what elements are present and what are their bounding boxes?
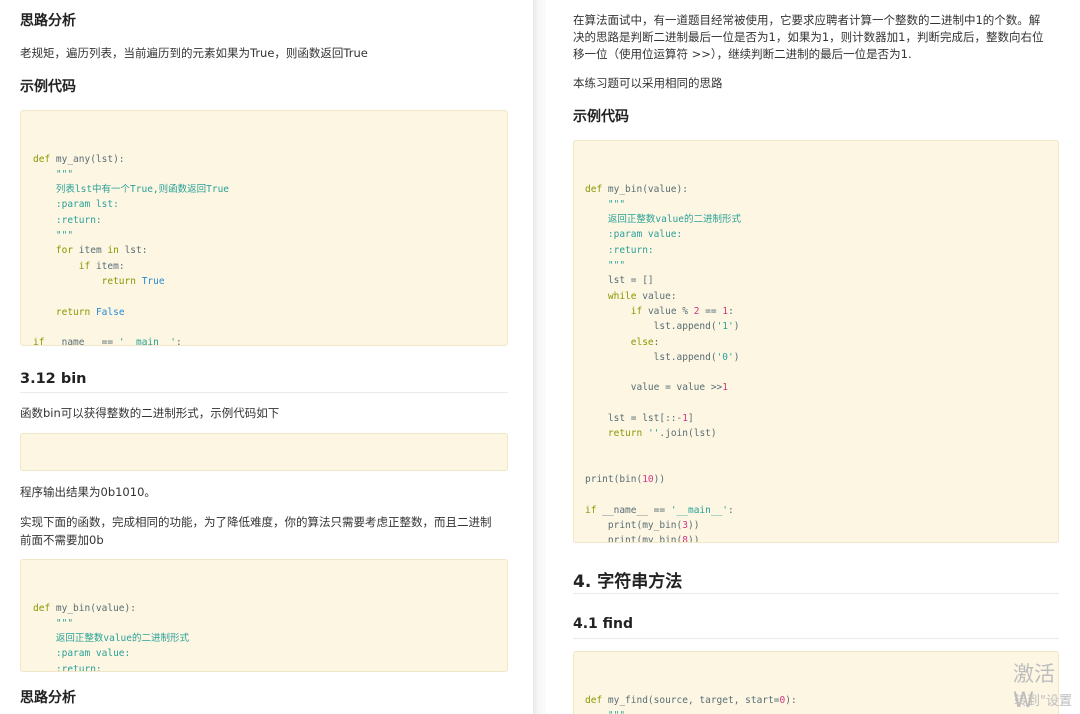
code-line: 返回正整数value的二进制形式: [33, 633, 189, 645]
heading-find: 4.1 find: [573, 616, 634, 632]
code-line: return ''.join(lst): [607, 428, 717, 440]
code-line: :param lst:: [33, 199, 119, 211]
code-line: :return:: [585, 244, 654, 256]
code-block-print: print(bin(10)): [20, 433, 508, 471]
code-line: lst.append('0'): [585, 351, 740, 363]
code-line: if __name__ == '__main__':: [585, 504, 734, 516]
paragraph-task-line-1: 实现下面的函数，完成相同的功能，为了降低难度，你的算法只需要考虑正整数，而且二进…: [20, 515, 492, 529]
code-line: """: [585, 260, 626, 272]
paragraph-interview-line-1: 在算法面试中，有一道题目经常被使用，它要求应聘者计算一个整数的二进制中1的个数。…: [573, 13, 1041, 27]
code-line: value = value >>1: [585, 382, 729, 394]
code-line: if item:: [78, 260, 125, 272]
code-line: def my_bin(value):: [585, 183, 688, 195]
code-line: lst.append('1'): [585, 321, 740, 333]
heading-string-methods: 4. 字符串方法: [573, 572, 683, 592]
code-line: 返回正整数value的二进制形式: [585, 214, 741, 226]
left-page: 思路分析 老规矩，遍历列表，当前遍历到的元素如果为True，则函数返回True …: [0, 0, 530, 714]
heading-analysis-2: 思路分析: [20, 690, 76, 706]
heading-divider: [20, 392, 508, 393]
heading-divider: [573, 593, 1059, 594]
code-line: """: [585, 708, 1047, 714]
code-line: for item in lst:: [55, 245, 148, 257]
code-line: if __name__ == '__main__':: [33, 337, 182, 346]
code-line: return True: [101, 275, 165, 287]
code-block-my-any: def my_any(lst): """ 列表lst中有一个True,则函数返回…: [20, 110, 508, 346]
paragraph-interview-line-2: 决的思路是判断二进制最后一位是否为1，如果为1，则计数器加1，判断完成后，整数向…: [573, 30, 1044, 44]
code-line: def my_any(lst):: [33, 153, 125, 165]
paragraph-output: 程序输出结果为0b1010。: [20, 485, 156, 499]
paragraph-bin-intro: 函数bin可以获得整数的二进制形式，示例代码如下: [20, 406, 280, 420]
activation-watermark-line-2: 转到"设置: [1014, 694, 1072, 709]
code-line: :param value:: [33, 648, 131, 660]
code-line: :return:: [33, 663, 102, 672]
code-line: lst = lst[::-1]: [585, 413, 694, 425]
code-block-my-bin-partial: def my_bin(value): """ 返回正整数value的二进制形式 …: [20, 559, 508, 672]
paragraph-analysis: 老规矩，遍历列表，当前遍历到的元素如果为True，则函数返回True: [20, 46, 368, 60]
code-line: """: [33, 168, 74, 180]
code-line: """: [33, 617, 74, 629]
code-line: 列表lst中有一个True,则函数返回True: [33, 184, 230, 196]
code-line: """: [585, 198, 626, 210]
code-lines: def my_any(lst): """ 列表lst中有一个True,则函数返回…: [33, 152, 495, 346]
paragraph-same-approach: 本练习题可以采用相同的思路: [573, 76, 723, 90]
code-line: def my_find(source, target, start=0):: [585, 694, 797, 706]
code-line: def my_bin(value):: [33, 602, 136, 614]
code-line: print(my_bin(3)): [585, 520, 700, 532]
code-line: """: [33, 230, 74, 242]
paragraph-task-line-2: 前面不需要加0b: [20, 533, 104, 547]
paragraph-interview-line-3: 移一位（使用位运算符 >>），继续判断二进制的最后一位是否为1.: [573, 47, 912, 61]
code-block-my-bin: def my_bin(value): """ 返回正整数value的二进制形式 …: [573, 140, 1059, 543]
right-page: 在算法面试中，有一道题目经常被使用，它要求应聘者计算一个整数的二进制中1的个数。…: [546, 0, 1080, 714]
code-line: else:: [630, 336, 660, 348]
heading-bin: 3.12 bin: [20, 371, 87, 387]
code-line: :param value:: [585, 229, 683, 241]
code-block-my-find: def my_find(source, target, start=0): ""…: [573, 651, 1059, 714]
code-lines: def my_bin(value): """ 返回正整数value的二进制形式 …: [585, 182, 1047, 543]
code-line: print(bin(10)): [585, 474, 666, 486]
heading-example-code: 示例代码: [573, 109, 629, 125]
heading-analysis: 思路分析: [20, 13, 76, 29]
heading-example-code: 示例代码: [20, 79, 76, 95]
code-lines: def my_bin(value): """ 返回正整数value的二进制形式 …: [33, 601, 495, 672]
code-line: lst = []: [585, 275, 654, 287]
code-line: if value % 2 == 1:: [630, 305, 734, 317]
code-lines: def my_find(source, target, start=0): ""…: [585, 693, 1047, 714]
code-line: print(my_bin(8)): [585, 535, 700, 543]
page-gap: [533, 0, 546, 714]
code-line: :return:: [33, 214, 102, 226]
heading-divider: [573, 638, 1059, 639]
code-line: while value:: [607, 290, 677, 302]
code-line: return False: [55, 306, 125, 318]
